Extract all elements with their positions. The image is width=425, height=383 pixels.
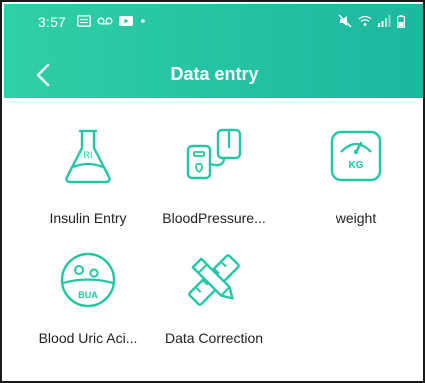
flask-icon: RI [65,129,111,184]
flask-icon-text: RI [84,150,93,160]
mute-icon [338,14,352,28]
battery-icon [397,14,405,28]
entry-grid: RI Insulin Entry BloodPressure... KG wei… [4,98,423,381]
status-icons-right [338,13,405,29]
petri-dish-icon-text: BUA [78,290,98,300]
data-correction-tile[interactable]: Data Correction [144,228,284,358]
status-icons-left [77,13,147,29]
blood-uric-acid-label: Blood Uric Aci... [38,330,138,346]
blood-pressure-tile[interactable]: BloodPressure... [144,98,284,228]
status-time: 3:57 [38,14,67,30]
blood-pressure-icon [186,128,242,180]
petri-dish-icon: BUA [60,252,116,308]
pencil-ruler-icon [188,254,240,306]
insulin-entry-label: Insulin Entry [49,210,127,226]
video-icon [119,16,133,26]
data-correction-label: Data Correction [164,330,264,346]
header-bar: 3:57 Data entry [4,4,423,98]
blood-uric-acid-tile[interactable]: BUA Blood Uric Aci... [18,228,158,358]
insulin-entry-tile[interactable]: RI Insulin Entry [18,98,158,228]
status-bar: 3:57 [4,4,423,38]
weight-label: weight [335,210,377,226]
scale-icon-text: KG [349,160,364,171]
weight-tile[interactable]: KG weight [286,98,423,228]
blood-pressure-label: BloodPressure... [162,210,266,226]
page-title: Data entry [170,64,259,84]
voicemail-icon [97,17,113,25]
app-frame: 3:57 Data entry RI Insulin Entry BloodPr… [0,0,425,383]
gallery-icon [77,15,91,27]
signal-icon [378,15,391,27]
scale-icon: KG [330,130,382,182]
dot-icon [141,19,145,23]
wifi-icon [358,15,372,26]
